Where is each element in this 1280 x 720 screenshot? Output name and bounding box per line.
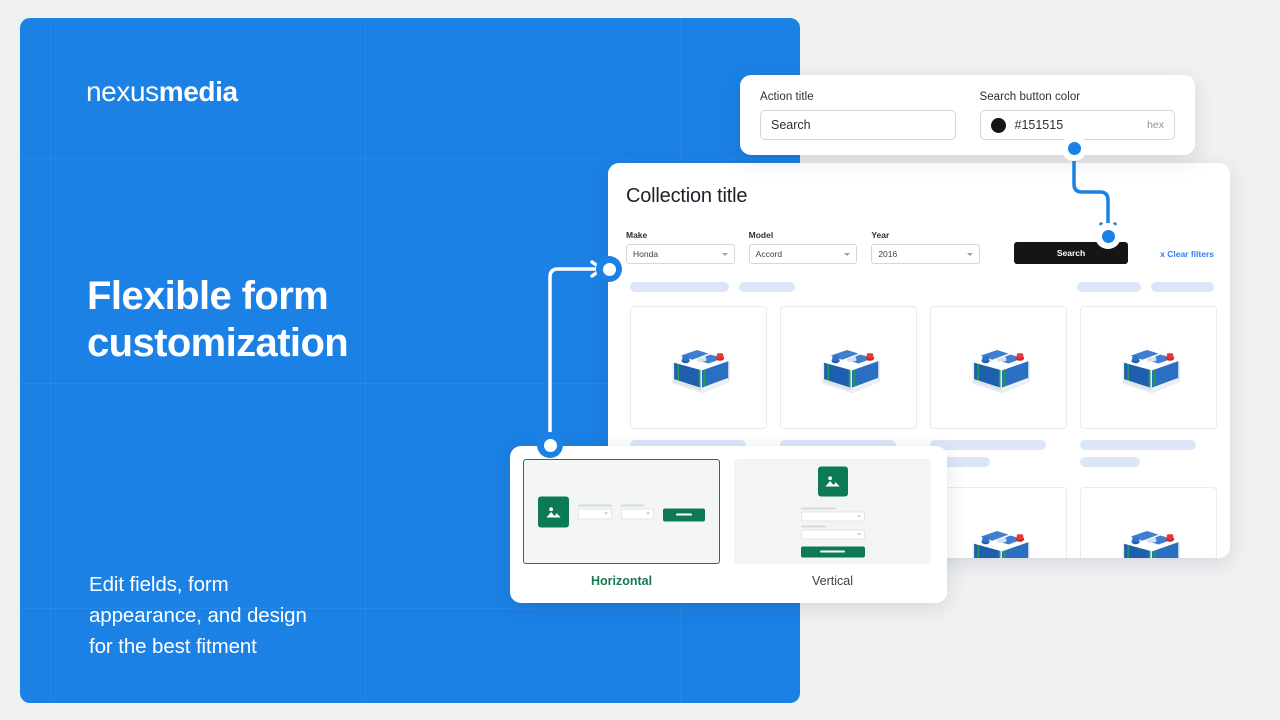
battery-image <box>972 526 1030 558</box>
skeleton-bar <box>1151 282 1214 292</box>
filter-year-value: 2016 <box>878 249 898 259</box>
connector-dot-color-field <box>1061 135 1087 161</box>
product-card[interactable] <box>1080 487 1217 558</box>
logo-text-light: nexus <box>86 76 159 107</box>
product-image-box <box>1080 306 1217 429</box>
search-button-color-label: Search button color <box>979 91 1081 103</box>
filter-model-value: Accord <box>755 249 783 259</box>
connector-dot-search-button <box>1095 223 1121 249</box>
search-button-color-value: #151515 <box>1014 118 1064 132</box>
filter-make-value: Honda <box>633 249 659 259</box>
layout-preview-horizontal <box>523 459 720 564</box>
chevron-down-icon <box>721 252 728 256</box>
action-title-input[interactable]: Search <box>760 110 956 140</box>
subline-line-1: Edit fields, form <box>89 573 229 596</box>
form-layout-card: Horizontal Vertical <box>510 446 947 603</box>
filter-year-select[interactable]: 2016 <box>871 244 980 264</box>
product-image-box <box>930 306 1067 429</box>
image-placeholder-icon <box>817 466 848 496</box>
filter-make-select[interactable]: Honda <box>626 244 735 264</box>
product-meta <box>1080 440 1217 467</box>
connector-dot-form-anchor <box>596 256 622 282</box>
layout-option-horizontal-label: Horizontal <box>590 574 653 588</box>
skeleton-bar <box>1080 440 1196 450</box>
battery-image <box>972 345 1030 393</box>
product-image-box <box>630 306 767 429</box>
product-card[interactable] <box>930 487 1067 558</box>
skeleton-bar <box>1080 457 1140 467</box>
filter-year[interactable]: Year 2016 <box>871 230 980 264</box>
chevron-down-icon <box>844 252 851 256</box>
skeleton-bar <box>930 440 1046 450</box>
image-placeholder-icon <box>538 496 569 527</box>
battery-image <box>672 345 730 393</box>
filter-model-label: Model <box>748 230 774 240</box>
subline-line-2: appearance, and design <box>89 604 307 628</box>
product-card[interactable] <box>1080 306 1217 474</box>
skeleton-bar <box>630 282 729 292</box>
filter-year-label: Year <box>871 230 890 240</box>
headline-line-2: customization <box>87 321 349 366</box>
filter-model[interactable]: Model Accord <box>748 230 858 264</box>
battery-image <box>822 345 880 393</box>
brand-logo: nexusmedia <box>86 76 238 108</box>
clear-filters-link[interactable]: x Clear filters <box>1160 249 1214 264</box>
layout-option-vertical-label: Vertical <box>812 574 853 588</box>
headline-line-1: Flexible form <box>87 274 329 318</box>
action-title-value: Search <box>771 118 811 132</box>
hero-subline: Edit fields, form appearance, and design… <box>89 569 419 662</box>
mock-select-field <box>578 504 612 519</box>
product-card[interactable] <box>930 306 1067 474</box>
mock-select-field <box>620 504 655 519</box>
connector-dot-layout <box>537 432 563 458</box>
filter-model-select[interactable]: Accord <box>748 244 858 264</box>
battery-image <box>1122 526 1180 558</box>
product-image-box <box>1080 487 1217 558</box>
hero-headline: Flexible form customization <box>87 273 507 367</box>
product-image-box <box>780 306 917 429</box>
action-title-label: Action title <box>760 91 814 103</box>
hex-suffix-label: hex <box>1147 119 1164 131</box>
product-image-box <box>930 487 1067 558</box>
mock-search-button <box>663 508 705 521</box>
filter-make[interactable]: Make Honda <box>626 230 735 264</box>
filter-make-label: Make <box>626 230 648 240</box>
layout-preview-vertical <box>734 459 931 564</box>
action-title-field-group: Action title Search <box>760 91 956 155</box>
mock-select-field <box>800 507 865 521</box>
layout-option-vertical[interactable]: Vertical <box>734 459 931 590</box>
color-swatch-icon[interactable] <box>990 117 1006 133</box>
mock-search-button <box>800 546 865 557</box>
product-meta <box>930 440 1067 467</box>
skeleton-bar <box>738 282 795 292</box>
battery-image <box>1122 345 1180 393</box>
chevron-down-icon <box>966 252 973 256</box>
skeleton-bar <box>1076 282 1142 292</box>
skeleton-row-top <box>630 282 1214 292</box>
logo-text-bold: media <box>158 76 238 107</box>
mock-select-field <box>800 525 865 539</box>
layout-option-horizontal[interactable]: Horizontal <box>523 459 720 590</box>
subline-line-3: for the best fitment <box>89 635 257 659</box>
